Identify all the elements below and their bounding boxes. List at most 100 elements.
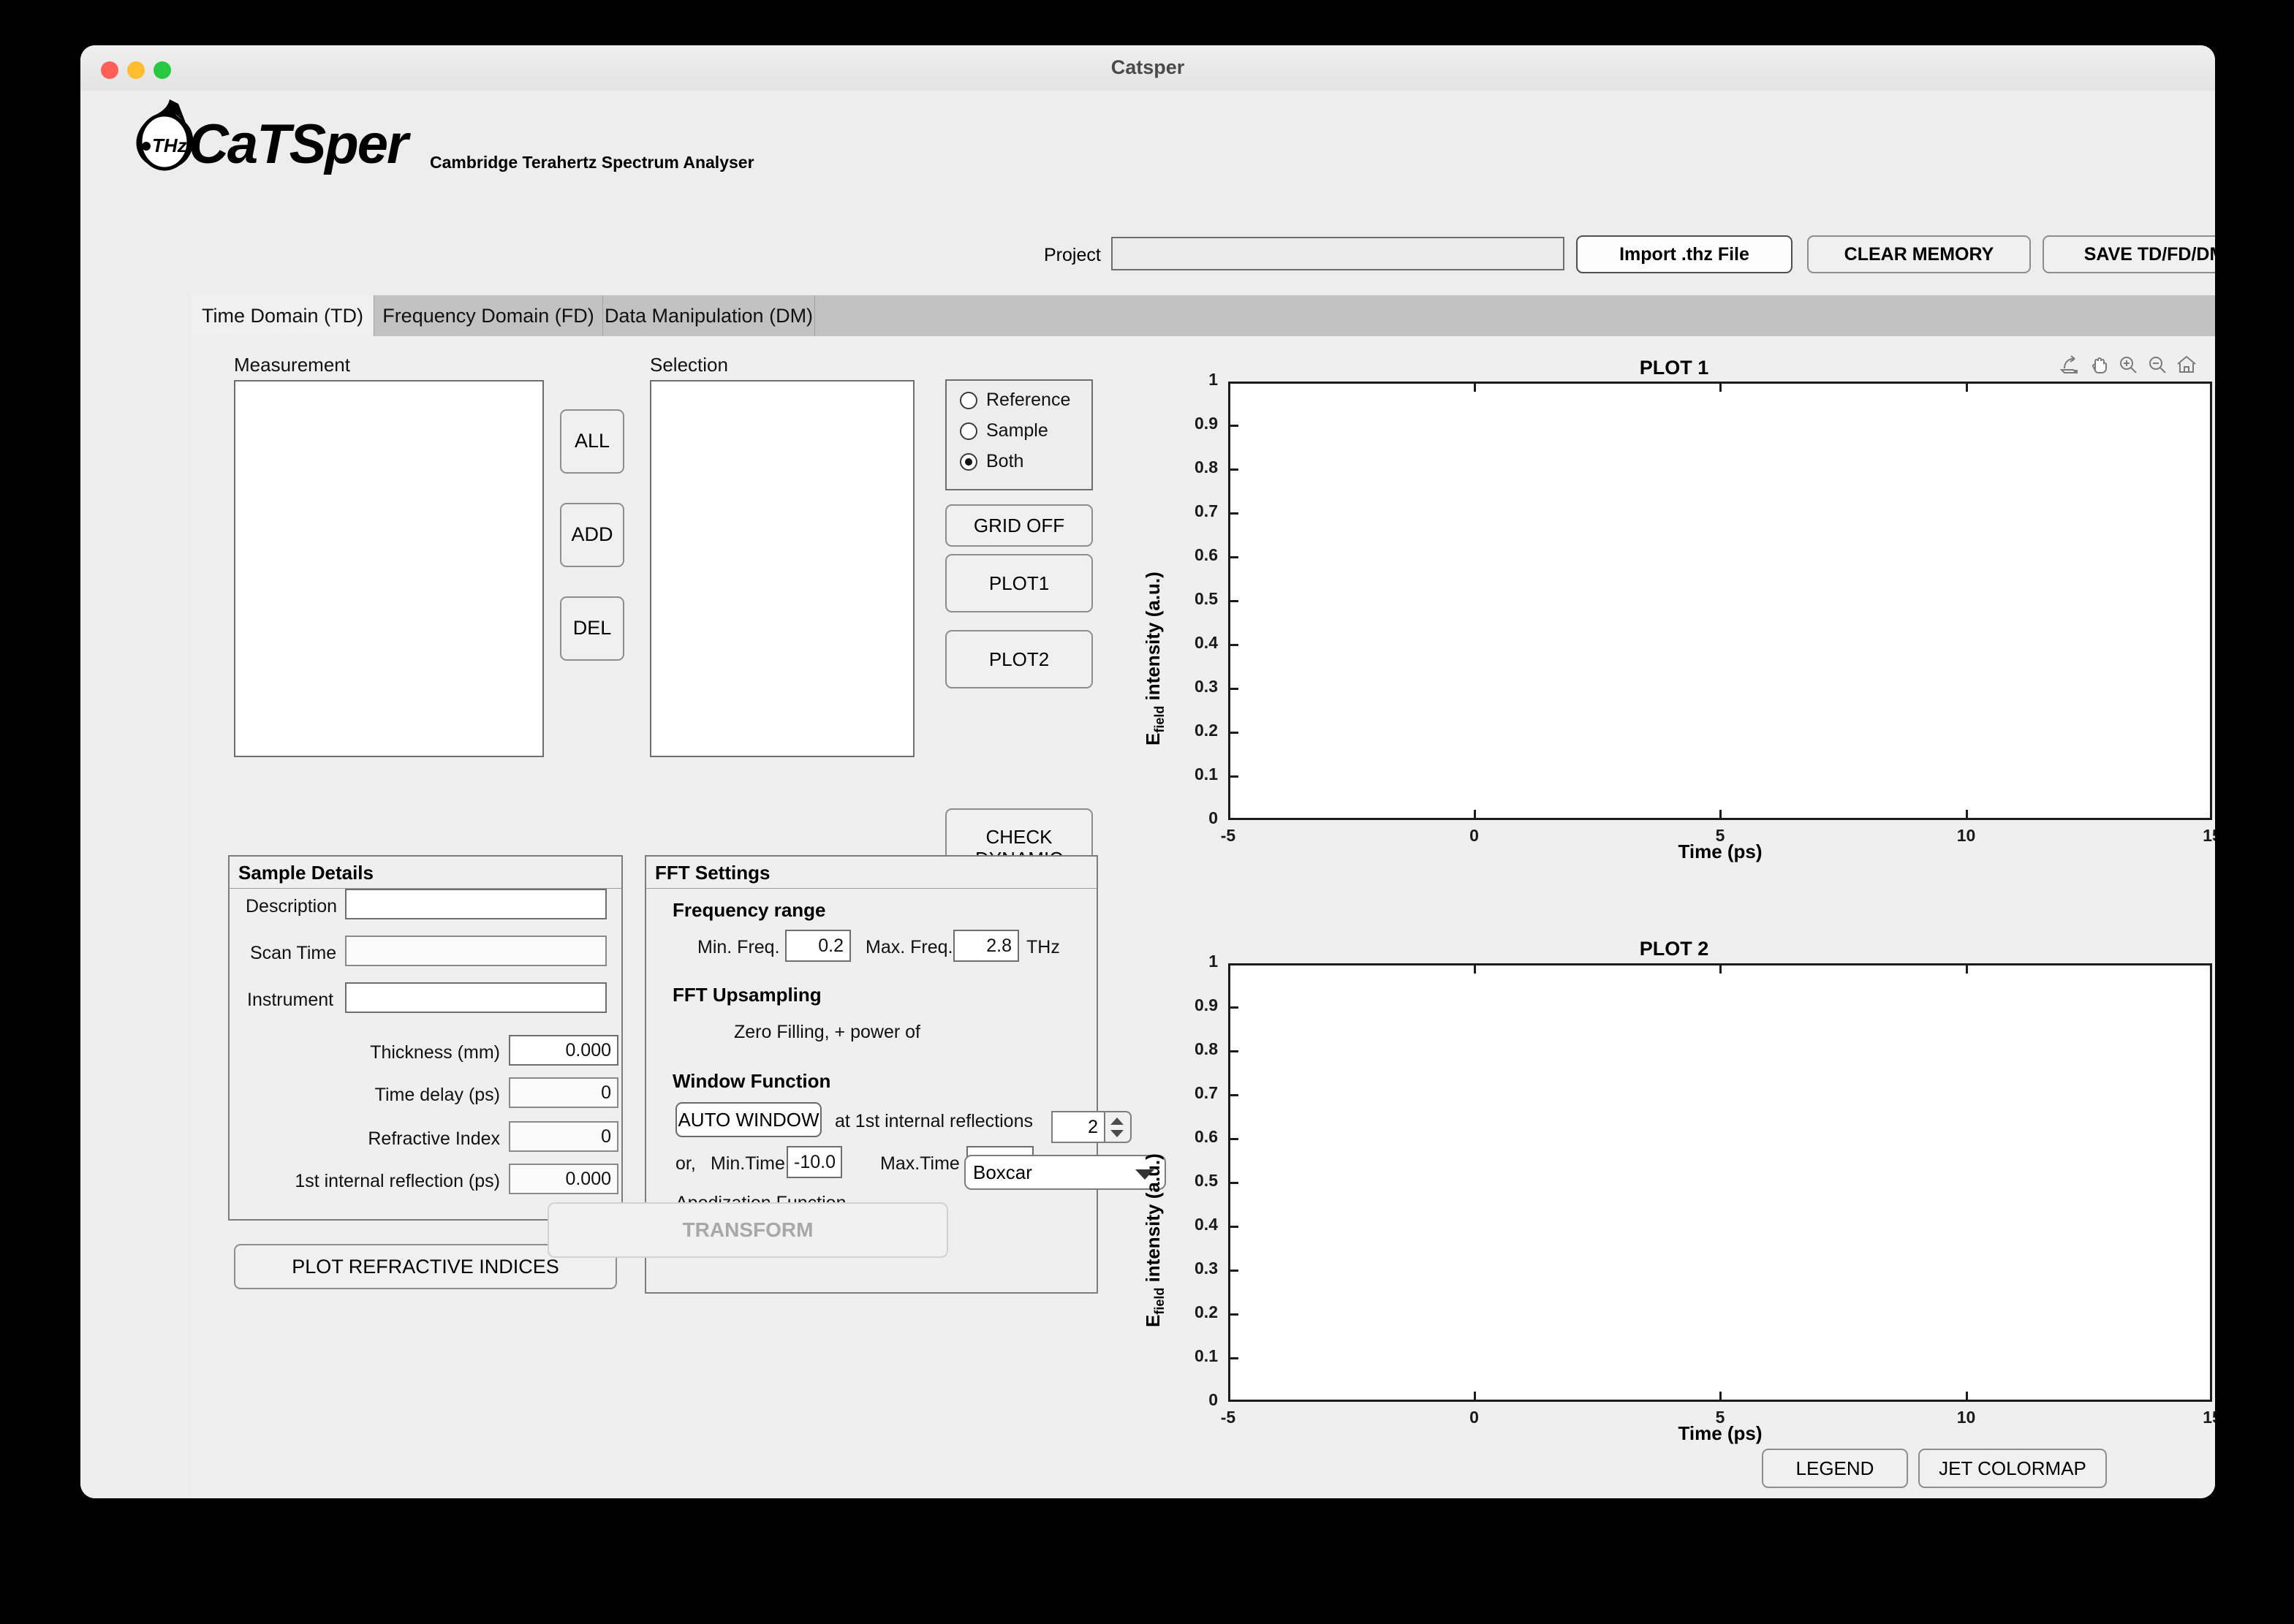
x-tick-mark-top bbox=[1965, 382, 1968, 392]
min-freq-input[interactable] bbox=[785, 930, 851, 962]
zoom-in-icon[interactable] bbox=[2116, 352, 2140, 377]
legend-button[interactable]: LEGEND bbox=[1762, 1449, 1908, 1488]
plot2-canvas[interactable] bbox=[1228, 963, 2212, 1402]
x-tick-label: 5 bbox=[1715, 1408, 1725, 1427]
del-button[interactable]: DEL bbox=[560, 596, 624, 661]
auto-window-button[interactable]: AUTO WINDOW bbox=[675, 1102, 822, 1137]
window-titlebar: Catsper bbox=[80, 45, 2215, 91]
plot1-button[interactable]: PLOT1 bbox=[945, 554, 1093, 612]
radio-sample[interactable]: Sample bbox=[960, 420, 1048, 441]
x-tick-label: -5 bbox=[1220, 1408, 1236, 1427]
plot1-toolbar bbox=[2057, 352, 2199, 377]
y-tick-label: 0.9 bbox=[1195, 414, 1218, 433]
scan-time-label: Scan Time bbox=[250, 943, 337, 963]
y-tick-mark bbox=[1228, 1313, 1238, 1316]
x-tick-label: 15 bbox=[2203, 1408, 2215, 1427]
thickness-input[interactable] bbox=[509, 1035, 618, 1066]
y-tick-label: 0.9 bbox=[1195, 995, 1218, 1014]
frequency-range-heading: Frequency range bbox=[673, 899, 826, 921]
plot2-title: PLOT 2 bbox=[1639, 938, 1709, 960]
project-label: Project bbox=[1044, 245, 1101, 265]
sample-details-title: Sample Details bbox=[230, 857, 621, 889]
app-body: THz CaTSper Cambridge Terahertz Spectrum… bbox=[80, 91, 2215, 1498]
thickness-label: Thickness (mm) bbox=[370, 1042, 500, 1063]
catsper-logo: THz CaTSper Cambridge Terahertz Spectrum… bbox=[124, 96, 855, 177]
logo-tagline: Cambridge Terahertz Spectrum Analyser bbox=[430, 153, 754, 172]
min-time-input[interactable] bbox=[787, 1146, 842, 1178]
y-tick-mark bbox=[1228, 1226, 1238, 1228]
y-tick-label: 0.8 bbox=[1195, 458, 1218, 477]
import-thz-file-button[interactable]: Import .thz File bbox=[1576, 235, 1793, 273]
x-tick-label: 0 bbox=[1469, 1408, 1479, 1427]
save-td-fd-dm-button[interactable]: SAVE TD/FD/DM bbox=[2043, 235, 2215, 273]
instrument-label: Instrument bbox=[247, 990, 334, 1010]
radio-reference[interactable]: Reference bbox=[960, 390, 1070, 411]
scan-time-input[interactable] bbox=[345, 936, 607, 966]
max-freq-input[interactable] bbox=[953, 930, 1019, 962]
logo-wordmark: CaTSper bbox=[189, 113, 409, 175]
x-tick-mark-top bbox=[1719, 382, 1722, 392]
selection-listbox[interactable] bbox=[650, 380, 915, 757]
selection-label: Selection bbox=[650, 354, 728, 376]
plot1-canvas[interactable] bbox=[1228, 382, 2212, 820]
export-icon[interactable] bbox=[2057, 352, 2082, 377]
grid-off-button[interactable]: GRID OFF bbox=[945, 504, 1093, 547]
description-input[interactable] bbox=[345, 889, 607, 919]
x-tick-mark bbox=[1719, 810, 1722, 820]
radio-sample-mark bbox=[960, 422, 977, 440]
apodization-function-select[interactable]: Boxcar bbox=[964, 1155, 1166, 1190]
fft-settings-title: FFT Settings bbox=[646, 857, 1097, 889]
stepper-down-icon[interactable] bbox=[1110, 1130, 1124, 1137]
x-tick-mark-top bbox=[1719, 963, 1722, 974]
jet-colormap-button[interactable]: JET COLORMAP bbox=[1918, 1449, 2107, 1488]
plot1-y-axis-base: E bbox=[1142, 732, 1164, 745]
y-tick-label: 0.4 bbox=[1195, 633, 1218, 652]
tab-frequency-domain[interactable]: Frequency Domain (FD) bbox=[374, 295, 603, 336]
plot-target-radio-group: Reference Sample Both bbox=[945, 379, 1093, 490]
time-delay-input[interactable] bbox=[509, 1077, 618, 1108]
add-button[interactable]: ADD bbox=[560, 503, 624, 567]
y-tick-mark bbox=[1228, 775, 1238, 778]
plot2-button[interactable]: PLOT2 bbox=[945, 630, 1093, 688]
radio-both[interactable]: Both bbox=[960, 451, 1023, 472]
plot2-y-axis-rest: intensity (a.u.) bbox=[1142, 1153, 1164, 1288]
project-input[interactable] bbox=[1111, 237, 1564, 270]
description-label: Description bbox=[246, 896, 338, 917]
refractive-index-label: Refractive Index bbox=[368, 1128, 500, 1149]
zero-filling-value[interactable]: 2 bbox=[1051, 1111, 1105, 1143]
y-tick-mark bbox=[1228, 1357, 1238, 1359]
y-tick-label: 0.6 bbox=[1195, 1127, 1218, 1146]
x-tick-mark-top bbox=[1965, 963, 1968, 974]
tab-data-manipulation[interactable]: Data Manipulation (DM) bbox=[603, 295, 815, 336]
all-button[interactable]: ALL bbox=[560, 409, 624, 474]
clear-memory-button[interactable]: CLEAR MEMORY bbox=[1807, 235, 2031, 273]
x-tick-label: 15 bbox=[2203, 826, 2215, 845]
plot1-y-axis-rest: intensity (a.u.) bbox=[1142, 572, 1164, 706]
y-tick-mark bbox=[1228, 1006, 1238, 1009]
measurement-listbox[interactable] bbox=[234, 380, 544, 757]
zoom-out-icon[interactable] bbox=[2145, 352, 2170, 377]
home-icon[interactable] bbox=[2174, 352, 2199, 377]
pan-icon[interactable] bbox=[2086, 352, 2111, 377]
y-tick-mark bbox=[1228, 556, 1238, 558]
y-tick-label: 0.5 bbox=[1195, 589, 1218, 608]
instrument-input[interactable] bbox=[345, 982, 607, 1013]
zero-filling-spinner[interactable]: 2 bbox=[1051, 1111, 1132, 1143]
y-tick-mark bbox=[1228, 1094, 1238, 1096]
zero-filling-stepper[interactable] bbox=[1105, 1111, 1132, 1143]
stepper-up-icon[interactable] bbox=[1110, 1118, 1124, 1125]
tab-time-domain[interactable]: Time Domain (TD) bbox=[192, 295, 374, 336]
measurement-label: Measurement bbox=[234, 354, 350, 376]
cdr-line-1: CHECK bbox=[985, 826, 1053, 849]
first-internal-reflection-input[interactable] bbox=[509, 1164, 618, 1194]
auto-window-suffix-label: at 1st internal reflections bbox=[835, 1111, 1033, 1131]
y-tick-mark bbox=[1228, 512, 1238, 515]
plot1-title: PLOT 1 bbox=[1639, 357, 1709, 379]
y-tick-label: 1 bbox=[1208, 952, 1218, 971]
y-tick-label: 0.6 bbox=[1195, 545, 1218, 564]
transform-button[interactable]: TRANSFORM bbox=[548, 1202, 948, 1258]
y-tick-mark bbox=[1228, 600, 1238, 602]
refractive-index-input[interactable] bbox=[509, 1121, 618, 1152]
x-tick-mark bbox=[1719, 1392, 1722, 1402]
max-time-label: Max.Time bbox=[880, 1153, 960, 1174]
